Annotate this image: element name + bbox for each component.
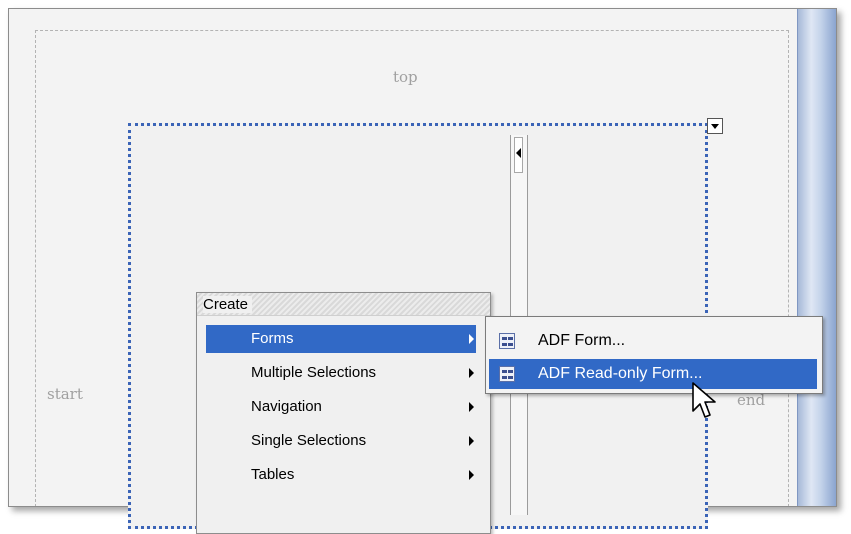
form-icon	[499, 333, 515, 349]
menu-item-navigation[interactable]: Navigation	[206, 393, 476, 421]
region-label-start: start	[47, 385, 83, 403]
submenu-arrow-icon	[469, 368, 474, 378]
menu-item-label: Multiple Selections	[251, 364, 377, 381]
submenu-item-adf-form[interactable]: ADF Form...	[489, 326, 817, 356]
submenu-item-label: ADF Read-only Form...	[538, 365, 703, 382]
submenu-item-adf-read-only-form[interactable]: ADF Read-only Form...	[489, 359, 817, 389]
right-scroll-bar[interactable]	[797, 9, 836, 506]
menu-item-label: Tables	[251, 466, 295, 483]
region-label-top: top	[393, 68, 418, 86]
submenu-item-label: ADF Form...	[538, 332, 626, 349]
submenu-arrow-icon	[469, 334, 474, 344]
menu-item-label: Forms	[251, 330, 294, 347]
create-context-menu: Create Forms Multiple Selections Navigat…	[196, 292, 491, 534]
form-icon	[499, 366, 515, 382]
panel-options-dropdown[interactable]	[707, 118, 723, 134]
menu-item-tables[interactable]: Tables	[206, 461, 476, 489]
menu-header: Create	[197, 293, 490, 316]
submenu-arrow-icon	[469, 402, 474, 412]
submenu-arrow-icon	[469, 470, 474, 480]
menu-item-forms[interactable]: Forms	[206, 325, 476, 353]
collapse-left-icon	[516, 148, 521, 158]
menu-item-label: Single Selections	[251, 432, 367, 449]
menu-item-label: Navigation	[251, 398, 322, 415]
forms-submenu: ADF Form... ADF Read-only Form...	[485, 316, 823, 394]
menu-header-label: Create	[203, 296, 253, 313]
chevron-down-icon	[711, 124, 719, 129]
menu-item-single-selections[interactable]: Single Selections	[206, 427, 476, 455]
submenu-arrow-icon	[469, 436, 474, 446]
mouse-pointer-icon	[692, 382, 716, 418]
menu-item-multiple-selections[interactable]: Multiple Selections	[206, 359, 476, 387]
